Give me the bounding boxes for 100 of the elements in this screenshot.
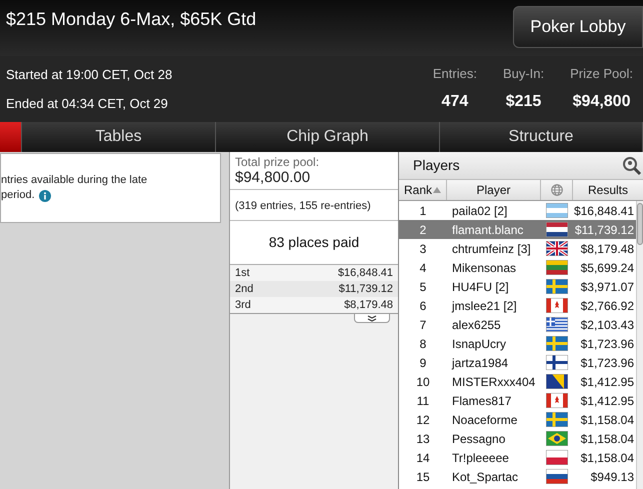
player-row[interactable]: 14 Tr!pleeeee $1,158.04	[399, 448, 636, 467]
result-cell-text: $5,699.24	[580, 260, 635, 276]
player-name: jmslee21 [2]	[450, 298, 518, 314]
flag-icon	[546, 336, 568, 351]
flag-icon	[546, 393, 568, 408]
flag-icon	[546, 279, 568, 294]
poker-lobby-button[interactable]: Poker Lobby	[513, 6, 643, 48]
result-cell-text: $1,158.04	[580, 412, 635, 428]
places-paid: 83 places paid	[268, 233, 360, 252]
flag-icon	[546, 412, 568, 427]
result-cell-text: $1,412.95	[580, 392, 635, 410]
rank-cell-text: 8	[418, 336, 428, 352]
rank-column-header[interactable]: Rank	[399, 180, 447, 200]
payout-amount: $8,179.48	[344, 298, 393, 313]
rank-cell-text: 4	[418, 260, 428, 276]
player-row[interactable]: 2 flamant.blanc $11,739.12	[399, 220, 636, 239]
rank-cell-text: 15	[415, 468, 431, 486]
results-column-header[interactable]: Results	[573, 180, 643, 200]
player-name: chtrumfeinz [3]	[451, 240, 532, 258]
flag-icon	[546, 374, 568, 389]
flag-icon	[546, 222, 568, 237]
rank-cell-text: 6	[418, 298, 428, 314]
rank-cell-text: 11	[416, 392, 430, 410]
player-row[interactable]: 7 alex6255 $2,103.43	[399, 315, 636, 334]
rank-cell-text: 5	[418, 278, 428, 296]
globe-icon[interactable]	[550, 184, 562, 196]
player-row[interactable]: 15 Kot_Spartac $949.13	[399, 467, 636, 486]
result-cell-text: $2,103.43	[580, 316, 635, 334]
total-prize-label: Total prize pool:	[235, 155, 320, 169]
rank-cell-text: 14	[415, 450, 431, 466]
end-time: Ended at 04:34 CET, Oct 29	[6, 94, 169, 113]
payout-place: 3rd	[235, 298, 251, 313]
rank-cell-text: 2	[418, 222, 428, 238]
rank-cell-text: 1	[418, 202, 428, 220]
player-row[interactable]: 1 paila02 [2] $16,848.41	[399, 201, 636, 220]
tournament-title: $215 Monday 6-Max, $65K Gtd	[5, 8, 256, 31]
flag-icon	[546, 355, 568, 370]
tab[interactable]: Structure	[440, 122, 643, 152]
player-name: flamant.blanc	[451, 222, 524, 238]
flag-icon	[546, 431, 568, 446]
player-name: jartza1984	[450, 354, 510, 372]
result-cell-text: $1,723.96	[580, 354, 635, 372]
total-prize-value: $94,800.00	[235, 169, 312, 187]
tab[interactable]: Chip Graph	[216, 122, 440, 152]
start-time: Started at 19:00 CET, Oct 28	[6, 66, 172, 84]
flag-icon	[546, 469, 568, 484]
players-title: Players	[412, 156, 460, 175]
rank-cell-text: 10	[415, 374, 431, 390]
player-row[interactable]: 8 IsnapUcry $1,723.96	[399, 334, 636, 353]
player-row[interactable]: 6 jmslee21 [2] $2,766.92	[399, 296, 636, 315]
player-name: MISTERxxx404	[451, 374, 536, 390]
payout-amount: $11,739.12	[338, 282, 393, 297]
rank-cell-text: 9	[418, 354, 428, 372]
entries-text: (319 entries, 155 re-entries)	[235, 200, 371, 212]
expand-button[interactable]	[354, 314, 390, 323]
tab[interactable]: Tables	[22, 122, 216, 152]
player-name: Tr!pleeeee	[451, 450, 510, 466]
result-cell-text: $1,158.04	[580, 430, 635, 448]
sort-up-icon	[433, 187, 441, 193]
player-row[interactable]: 5 HU4FU [2] $3,971.07	[399, 277, 636, 296]
flag-icon	[546, 450, 568, 465]
notice-text: period.	[1, 188, 35, 203]
result-cell-text: $1,723.96	[580, 336, 635, 352]
result-cell-text: $3,971.07	[580, 278, 635, 296]
rank-cell-text: 7	[418, 316, 428, 334]
player-row[interactable]: 4 Mikensonas $5,699.24	[399, 258, 636, 277]
flag-icon	[546, 241, 568, 256]
payout-place: 2nd	[235, 282, 254, 297]
player-name: Flames817	[451, 392, 512, 410]
notice-text: ntries available during the late	[1, 173, 148, 188]
player-name: Kot_Spartac	[451, 468, 520, 486]
result-cell-text: $16,848.41	[573, 202, 635, 220]
player-name: Noaceforme	[451, 412, 518, 428]
player-name: Pessagno	[451, 430, 506, 448]
stat-value: 474	[442, 92, 468, 112]
flag-icon	[546, 203, 568, 218]
search-icon[interactable]	[622, 156, 642, 176]
player-name: alex6255	[451, 316, 502, 334]
player-row[interactable]: 3 chtrumfeinz [3] $8,179.48	[399, 239, 636, 258]
player-row[interactable]: 10 MISTERxxx404 $1,412.95	[399, 372, 636, 391]
player-column-header[interactable]: Player	[447, 180, 541, 200]
stat-value: $94,800	[572, 92, 630, 112]
player-row[interactable]: 11 Flames817 $1,412.95	[399, 391, 636, 410]
result-cell-text: $949.13	[590, 468, 635, 486]
player-name: IsnapUcry	[451, 336, 508, 352]
flag-icon	[546, 317, 568, 332]
rank-cell-text: 12	[415, 412, 431, 428]
stat-label: Entries:	[432, 64, 477, 83]
info-icon[interactable]	[38, 190, 51, 202]
result-cell-text: $1,158.04	[580, 450, 635, 466]
player-name: HU4FU [2]	[451, 278, 510, 296]
player-row[interactable]: 13 Pessagno $1,158.04	[399, 429, 636, 448]
player-row[interactable]: 9 jartza1984 $1,723.96	[399, 353, 636, 372]
player-row[interactable]: 12 Noaceforme $1,158.04	[399, 410, 636, 429]
scrollbar[interactable]	[636, 201, 643, 489]
double-chevron-icon	[367, 314, 377, 322]
result-cell-text: $11,739.12	[574, 222, 635, 238]
rank-cell-text: 3	[418, 240, 428, 258]
player-name: paila02 [2]	[451, 202, 508, 220]
payout-amount: $16,848.41	[338, 266, 393, 281]
